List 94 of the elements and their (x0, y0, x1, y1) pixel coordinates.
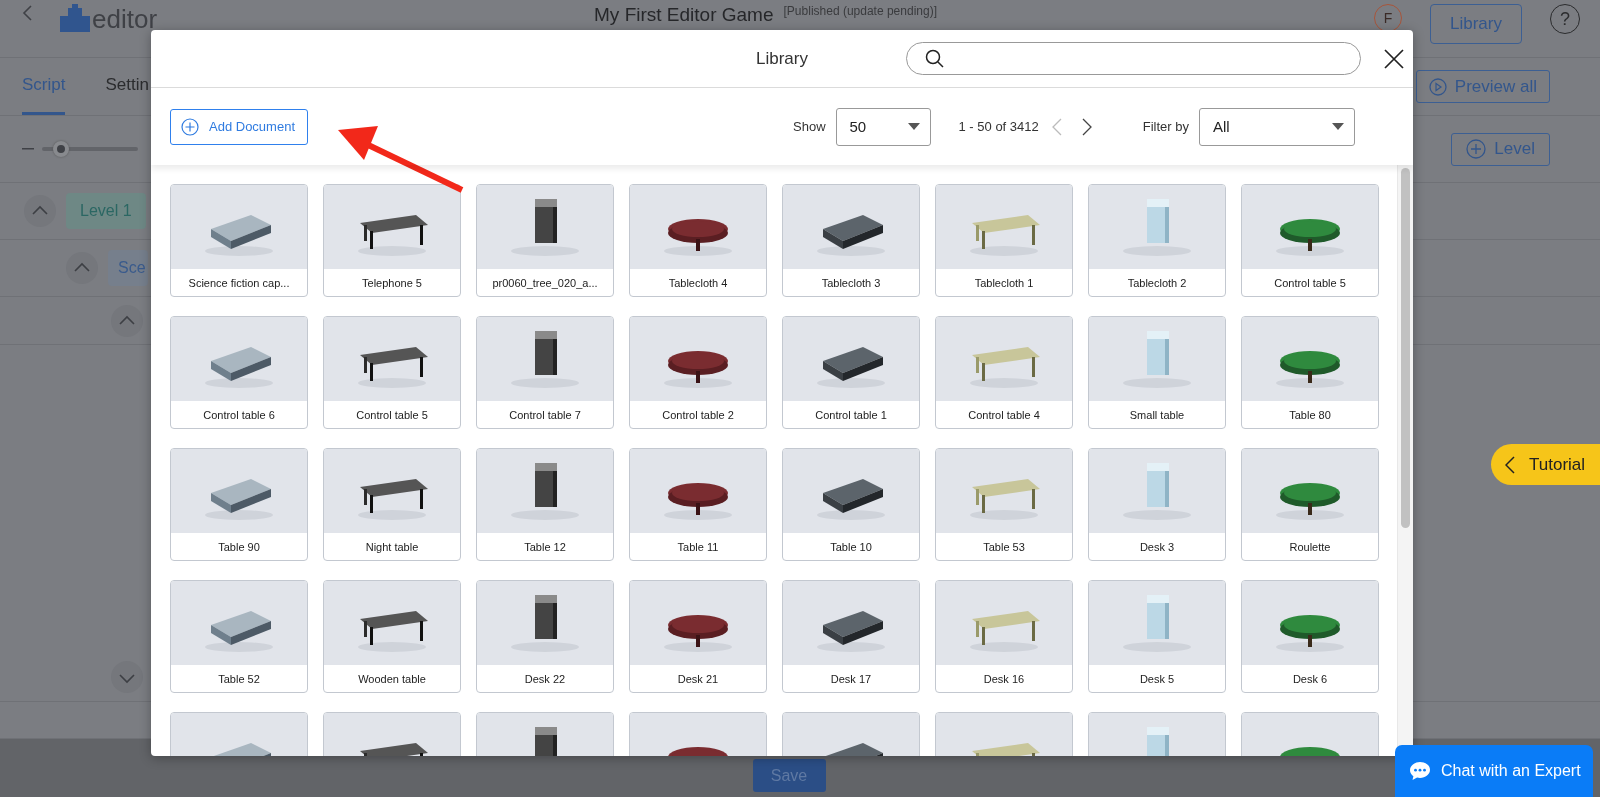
filter-select[interactable]: All (1199, 107, 1355, 146)
asset-card[interactable]: Control table 7 (476, 316, 614, 429)
asset-name: Control table 5 (1273, 275, 1347, 291)
asset-name: pr0060_tree_020_a... (491, 275, 599, 291)
asset-card[interactable]: Wooden table (323, 580, 461, 693)
asset-name: Table 53 (982, 539, 1026, 555)
asset-name: Table 11 (676, 539, 720, 555)
asset-name: Desk 17 (829, 671, 873, 687)
publish-status: [Published (update pending)] (783, 4, 937, 18)
asset-name: Control table 7 (508, 407, 582, 423)
back-icon[interactable] (22, 4, 34, 22)
asset-name: Control table 2 (661, 407, 735, 423)
minus-icon (22, 147, 34, 151)
asset-card[interactable]: Table 80 (1241, 316, 1379, 429)
close-icon[interactable] (1383, 47, 1405, 70)
logo-icon (60, 4, 90, 32)
asset-name: Science fiction cap... (187, 275, 291, 291)
asset-card[interactable]: Table 52 (170, 580, 308, 693)
show-label: Show (793, 119, 826, 134)
previous-page-icon[interactable] (1050, 116, 1063, 137)
asset-card[interactable]: Tablecloth 3 (782, 184, 920, 297)
asset-card[interactable]: Desk 16 (935, 580, 1073, 693)
asset-name: Tablecloth 3 (820, 275, 882, 291)
asset-name: Control table 4 (967, 407, 1041, 423)
asset-name: Tablecloth 2 (1126, 275, 1188, 291)
asset-card[interactable]: Desk 3 (1088, 448, 1226, 561)
asset-card[interactable]: Control table 5 (323, 316, 461, 429)
game-title: My First Editor Game (594, 4, 774, 26)
add-document-button[interactable]: Add Document (170, 108, 308, 145)
asset-card[interactable]: Desk 17 (782, 580, 920, 693)
asset-name: Tablecloth 1 (973, 275, 1035, 291)
asset-name: Tablecloth 4 (667, 275, 729, 291)
scrollbar-thumb[interactable] (1401, 168, 1410, 528)
asset-card[interactable]: Desk 21 (629, 580, 767, 693)
page-range: 1 - 50 of 3412 (958, 119, 1039, 134)
asset-name: Control table 1 (814, 407, 888, 423)
search-icon (925, 48, 945, 69)
asset-card[interactable]: Science fiction cap... (170, 184, 308, 297)
modal-title: Library (756, 48, 809, 69)
asset-name: Table 52 (217, 671, 261, 687)
chat-button[interactable]: Chat with an Expert (1395, 745, 1593, 797)
chat-icon (1409, 761, 1431, 781)
asset-name: Roulette (1288, 539, 1332, 555)
asset-name: Night table (364, 539, 420, 555)
select-value: All (1213, 118, 1230, 135)
asset-name: Table 12 (523, 539, 567, 555)
asset-name: Desk 6 (1291, 671, 1329, 687)
asset-card[interactable]: Desk 22 (476, 580, 614, 693)
play-icon (1428, 77, 1447, 96)
asset-card[interactable]: Control table 2 (629, 316, 767, 429)
asset-name: Desk 21 (676, 671, 720, 687)
asset-card[interactable]: Tablecloth 1 (935, 184, 1073, 297)
asset-card[interactable]: Tablecloth 2 (1088, 184, 1226, 297)
asset-card[interactable]: Control table 1 (782, 316, 920, 429)
asset-card[interactable]: Control table 6 (170, 316, 308, 429)
asset-card[interactable]: Telephone 5 (323, 184, 461, 297)
asset-name: Table 90 (217, 539, 261, 555)
asset-card[interactable]: Tablecloth 4 (629, 184, 767, 297)
asset-name: Control table 5 (355, 407, 429, 423)
asset-card[interactable]: Night table (323, 448, 461, 561)
asset-card[interactable]: Control table 5 (1241, 184, 1379, 297)
next-page-icon[interactable] (1080, 116, 1093, 137)
asset-card[interactable]: Desk 6 (1241, 580, 1379, 693)
asset-card[interactable]: Table 90 (170, 448, 308, 561)
select-value: 50 (849, 118, 867, 135)
plus-icon (1466, 139, 1487, 159)
asset-name: Small table (1128, 407, 1186, 423)
asset-card[interactable]: Table 12 (476, 448, 614, 561)
asset-name: Desk 22 (523, 671, 567, 687)
plus-icon (181, 117, 199, 136)
zoom-slider[interactable] (42, 141, 138, 157)
asset-card[interactable]: Table 10 (782, 448, 920, 561)
asset-card[interactable]: Table 53 (935, 448, 1073, 561)
asset-name: Table 10 (829, 539, 873, 555)
asset-card[interactable]: Desk 5 (1088, 580, 1226, 693)
filter-label: Filter by (1142, 119, 1189, 134)
page-size-select[interactable]: 50 (835, 107, 931, 146)
asset-card[interactable]: Control table 4 (935, 316, 1073, 429)
asset-name: Control table 6 (202, 407, 276, 423)
dropdown-icon (1332, 123, 1344, 130)
asset-name: Telephone 5 (361, 275, 423, 291)
asset-name: Desk 5 (1138, 671, 1176, 687)
asset-name: Wooden table (357, 671, 427, 687)
logo-text: editor (92, 6, 158, 32)
asset-name: Desk 3 (1138, 539, 1176, 555)
asset-name: Table 80 (1288, 407, 1332, 423)
dropdown-icon (907, 123, 920, 130)
tutorial-button[interactable]: Tutorial (1491, 444, 1600, 485)
chevron-left-icon (1505, 455, 1515, 474)
asset-card[interactable]: Table 11 (629, 448, 767, 561)
asset-name: Desk 16 (982, 671, 1026, 687)
asset-card[interactable]: Roulette (1241, 448, 1379, 561)
asset-card[interactable]: Small table (1088, 316, 1226, 429)
asset-card[interactable]: pr0060_tree_020_a... (476, 184, 614, 297)
